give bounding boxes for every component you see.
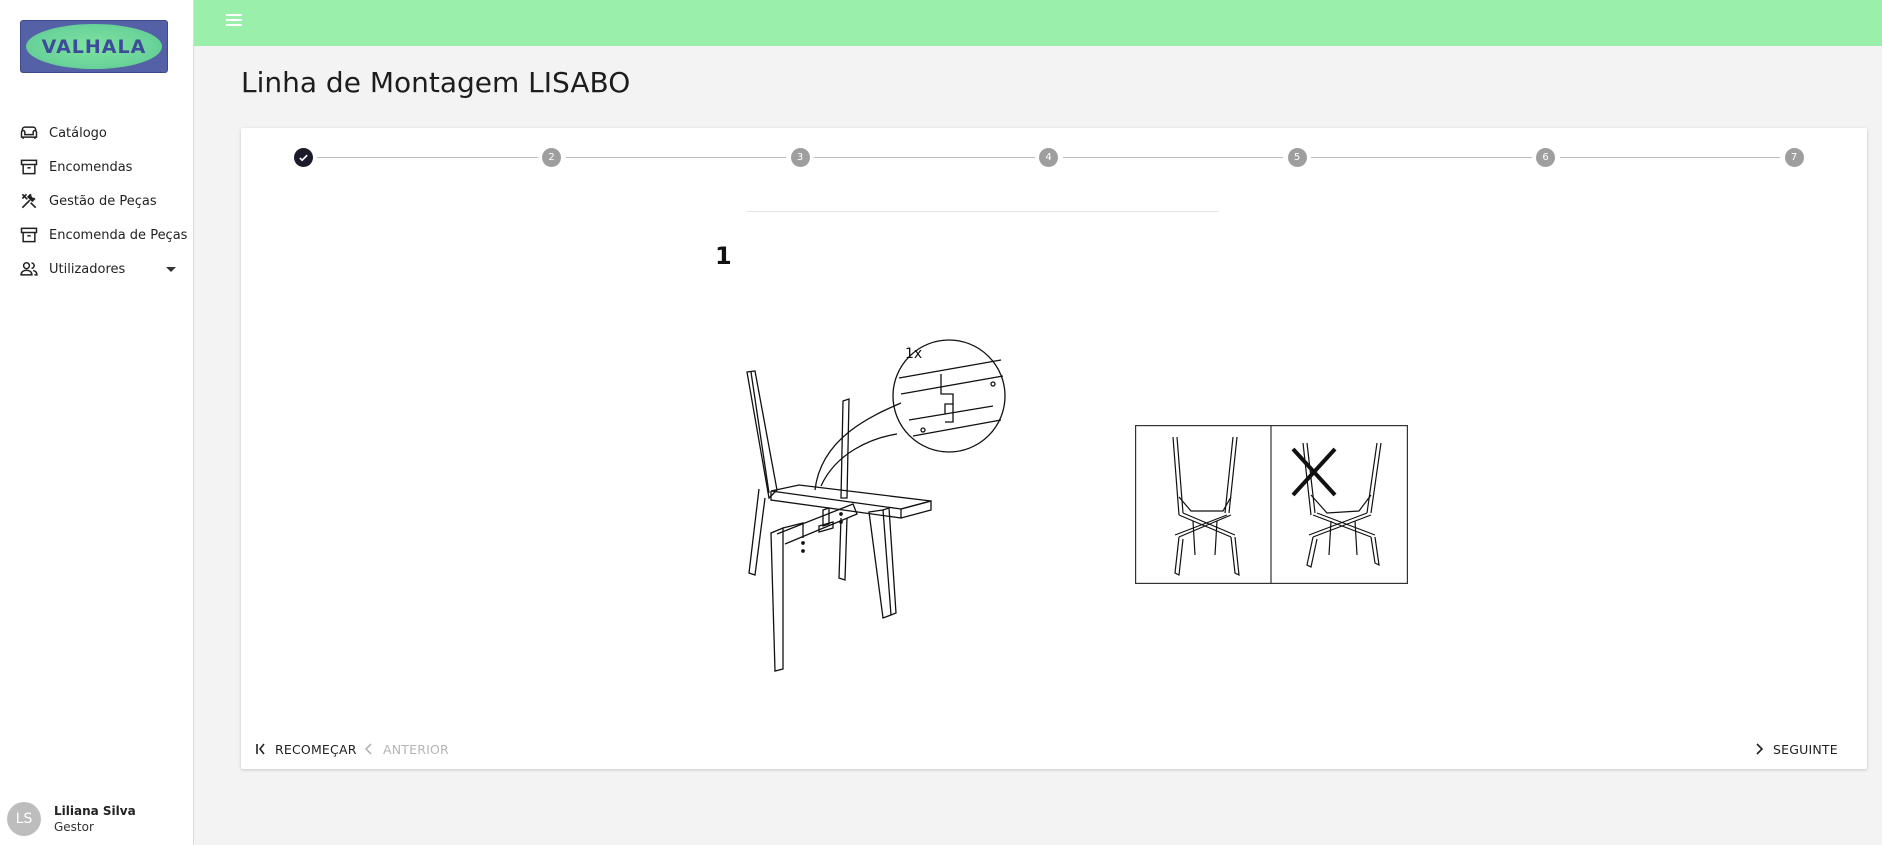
- user-role: Gestor: [54, 820, 94, 834]
- previous-label: ANTERIOR: [383, 741, 449, 757]
- callout-label: 1x: [905, 346, 922, 362]
- sidebar-item-label: Utilizadores: [49, 261, 126, 277]
- chevron-down-icon[interactable]: [166, 266, 176, 272]
- sidebar-item-label: Catálogo: [49, 125, 107, 141]
- step-connector: [565, 157, 786, 158]
- chair-frame-illustration: 1x: [746, 339, 1006, 672]
- sidebar-item-encomendas[interactable]: Encomendas: [0, 150, 194, 184]
- instruction-step-number: 1: [715, 242, 732, 270]
- step-4[interactable]: 4: [1039, 148, 1058, 167]
- chevron-right-icon: [1756, 743, 1764, 755]
- step-connector: [1311, 157, 1532, 158]
- step-connector: [1062, 157, 1283, 158]
- logo-ellipse: VALHALA: [26, 24, 162, 69]
- users-icon: [20, 262, 38, 276]
- logo-text: VALHALA: [41, 35, 147, 58]
- sidebar-item-label: Encomenda de Peças: [49, 227, 188, 243]
- previous-button[interactable]: ANTERIOR: [361, 737, 449, 761]
- orientation-comparison-illustration: [1135, 425, 1408, 584]
- sidebar-item-encomenda-pecas[interactable]: Encomenda de Peças: [0, 218, 194, 252]
- step-connector: [317, 157, 538, 158]
- sidebar: VALHALA Catálogo Encomendas Gestão de Pe…: [0, 0, 194, 845]
- page-title: Linha de Montagem LISABO: [241, 66, 631, 99]
- step-connector: [1559, 157, 1780, 158]
- restart-button[interactable]: RECOMEÇAR: [253, 737, 357, 761]
- step-1[interactable]: [293, 148, 313, 167]
- divider: [747, 211, 1219, 212]
- sidebar-item-utilizadores[interactable]: Utilizadores: [0, 252, 194, 286]
- step-6[interactable]: 6: [1536, 148, 1555, 167]
- archive-icon: [20, 227, 38, 243]
- step-5[interactable]: 5: [1287, 148, 1307, 167]
- user-name: Liliana Silva: [54, 804, 136, 818]
- sidebar-item-label: Gestão de Peças: [49, 193, 157, 209]
- stepper: 2 3 4 5 6 7: [241, 128, 1867, 188]
- first-page-icon: [256, 743, 265, 755]
- avatar: LS: [7, 802, 41, 836]
- next-button[interactable]: SEGUINTE: [1751, 737, 1838, 761]
- app-logo[interactable]: VALHALA: [20, 20, 168, 73]
- assembly-card: 2 3 4 5 6 7 1 1x RECOMEÇAR ANTERIOR SEGUINTE: [241, 128, 1867, 769]
- next-label: SEGUINTE: [1773, 741, 1838, 757]
- step-7[interactable]: 7: [1784, 148, 1804, 167]
- sidebar-nav: Catálogo Encomendas Gestão de Peças Enco…: [0, 116, 194, 286]
- sidebar-item-catalogo[interactable]: Catálogo: [0, 116, 194, 150]
- tools-icon: [21, 193, 37, 209]
- check-icon: [298, 154, 308, 162]
- top-bar: [194, 0, 1882, 46]
- restart-label: RECOMEÇAR: [275, 741, 357, 757]
- menu-icon[interactable]: [226, 14, 242, 28]
- sofa-icon: [20, 126, 38, 139]
- sidebar-item-label: Encomendas: [49, 159, 133, 175]
- sidebar-item-gestao-pecas[interactable]: Gestão de Peças: [0, 184, 194, 218]
- step-connector: [814, 157, 1035, 158]
- chevron-left-icon: [364, 743, 372, 755]
- archive-icon: [20, 159, 38, 175]
- user-profile[interactable]: LS Liliana Silva Gestor: [0, 793, 194, 845]
- step-2[interactable]: 2: [542, 148, 561, 167]
- step-3[interactable]: 3: [790, 148, 810, 167]
